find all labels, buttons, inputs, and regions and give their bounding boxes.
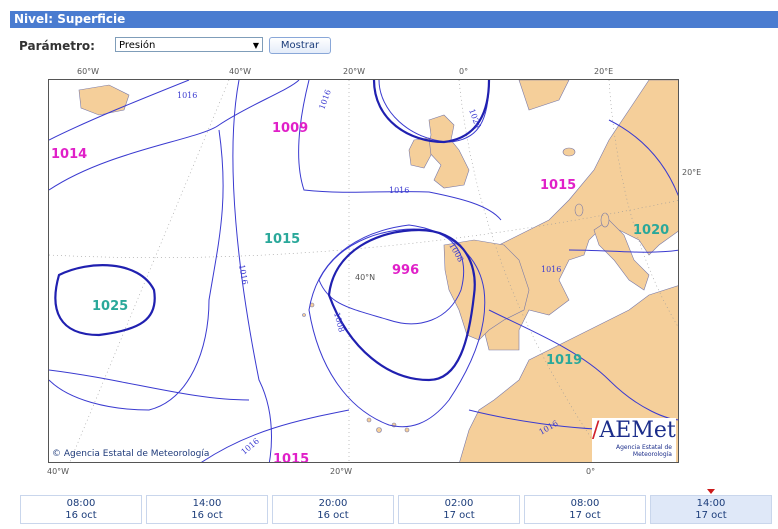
time-step-date: 16 oct (191, 510, 223, 521)
current-time-marker-icon (707, 489, 715, 494)
time-step-2[interactable]: 20:00 16 oct (272, 495, 394, 524)
logo-subtitle: Agencia Estatal de Meteorología (615, 444, 672, 458)
time-step-3[interactable]: 02:00 17 oct (398, 495, 520, 524)
time-step-time: 20:00 (318, 498, 348, 509)
lat-label: 40°N (355, 273, 375, 282)
top-tick-60w: 60°W (77, 67, 100, 76)
right-tick-20e: 20°E (682, 168, 702, 177)
time-step-time: 08:00 (66, 498, 96, 509)
isobar-label: 1016 (541, 265, 561, 274)
dropdown-arrow-icon: ▼ (252, 41, 259, 50)
time-step-time: 08:00 (570, 498, 600, 509)
time-step-date: 17 oct (695, 510, 727, 521)
parameter-select-value: Presión (119, 40, 156, 51)
isobar-label: 1016 (317, 88, 332, 110)
bottom-tick-40w: 40°W (47, 467, 70, 476)
bottom-tick-20w: 20°W (330, 467, 353, 476)
top-tick-0: 0° (459, 67, 469, 76)
parameter-label: Parámetro: (19, 39, 95, 53)
pressure-label: 1019 (546, 353, 582, 368)
map-canvas: 1016 1016 1016 1016 1008 1008 1024 1016 … (49, 80, 678, 463)
pressure-label: 996 (392, 263, 419, 278)
pressure-label: 1025 (92, 299, 128, 314)
pressure-label: 1015 (540, 178, 576, 193)
top-tick-20e: 20°E (594, 67, 614, 76)
time-step-time: 02:00 (444, 498, 474, 509)
copyright-icon: © (52, 449, 61, 459)
time-step-0[interactable]: 08:00 16 oct (20, 495, 142, 524)
level-title-bar: Nivel: Superficie (10, 11, 778, 28)
top-tick-20w: 20°W (343, 67, 366, 76)
pressure-label: 1020 (633, 223, 669, 238)
time-step-date: 16 oct (317, 510, 349, 521)
isobar-label: 1016 (177, 91, 197, 100)
credit-text: Agencia Estatal de Meteorología (63, 449, 210, 459)
isobar-label: 1016 (389, 186, 409, 195)
time-step-time: 14:00 (696, 498, 726, 509)
time-step-4[interactable]: 08:00 17 oct (524, 495, 646, 524)
isobar-label: 1008 (332, 311, 346, 333)
pressure-label: 1015 (273, 452, 309, 463)
time-step-time: 14:00 (192, 498, 222, 509)
logo-wordmark: AEMet (599, 418, 676, 443)
copyright-credit: © Agencia Estatal de Meteorología (52, 449, 209, 459)
pressure-label: 1009 (272, 121, 308, 136)
land-layer (78, 80, 678, 462)
time-step-date: 17 oct (569, 510, 601, 521)
top-tick-40w: 40°W (229, 67, 252, 76)
parameter-select[interactable]: Presión ▼ (115, 37, 263, 52)
time-step-5[interactable]: 14:00 17 oct (650, 495, 772, 524)
pressure-label: 1015 (264, 232, 300, 247)
isobar-label: 1024 (467, 108, 482, 130)
show-button[interactable]: Mostrar (269, 37, 331, 54)
isobar-label: 1016 (237, 264, 249, 286)
time-step-1[interactable]: 14:00 16 oct (146, 495, 268, 524)
bottom-tick-0: 0° (586, 467, 596, 476)
pressure-label: 1014 (51, 147, 87, 162)
time-step-date: 17 oct (443, 510, 475, 521)
pressure-map[interactable]: 1016 1016 1016 1016 1008 1008 1024 1016 … (48, 79, 679, 463)
time-step-date: 16 oct (65, 510, 97, 521)
aemet-logo: /AEMet Agencia Estatal de Meteorología (592, 418, 676, 462)
